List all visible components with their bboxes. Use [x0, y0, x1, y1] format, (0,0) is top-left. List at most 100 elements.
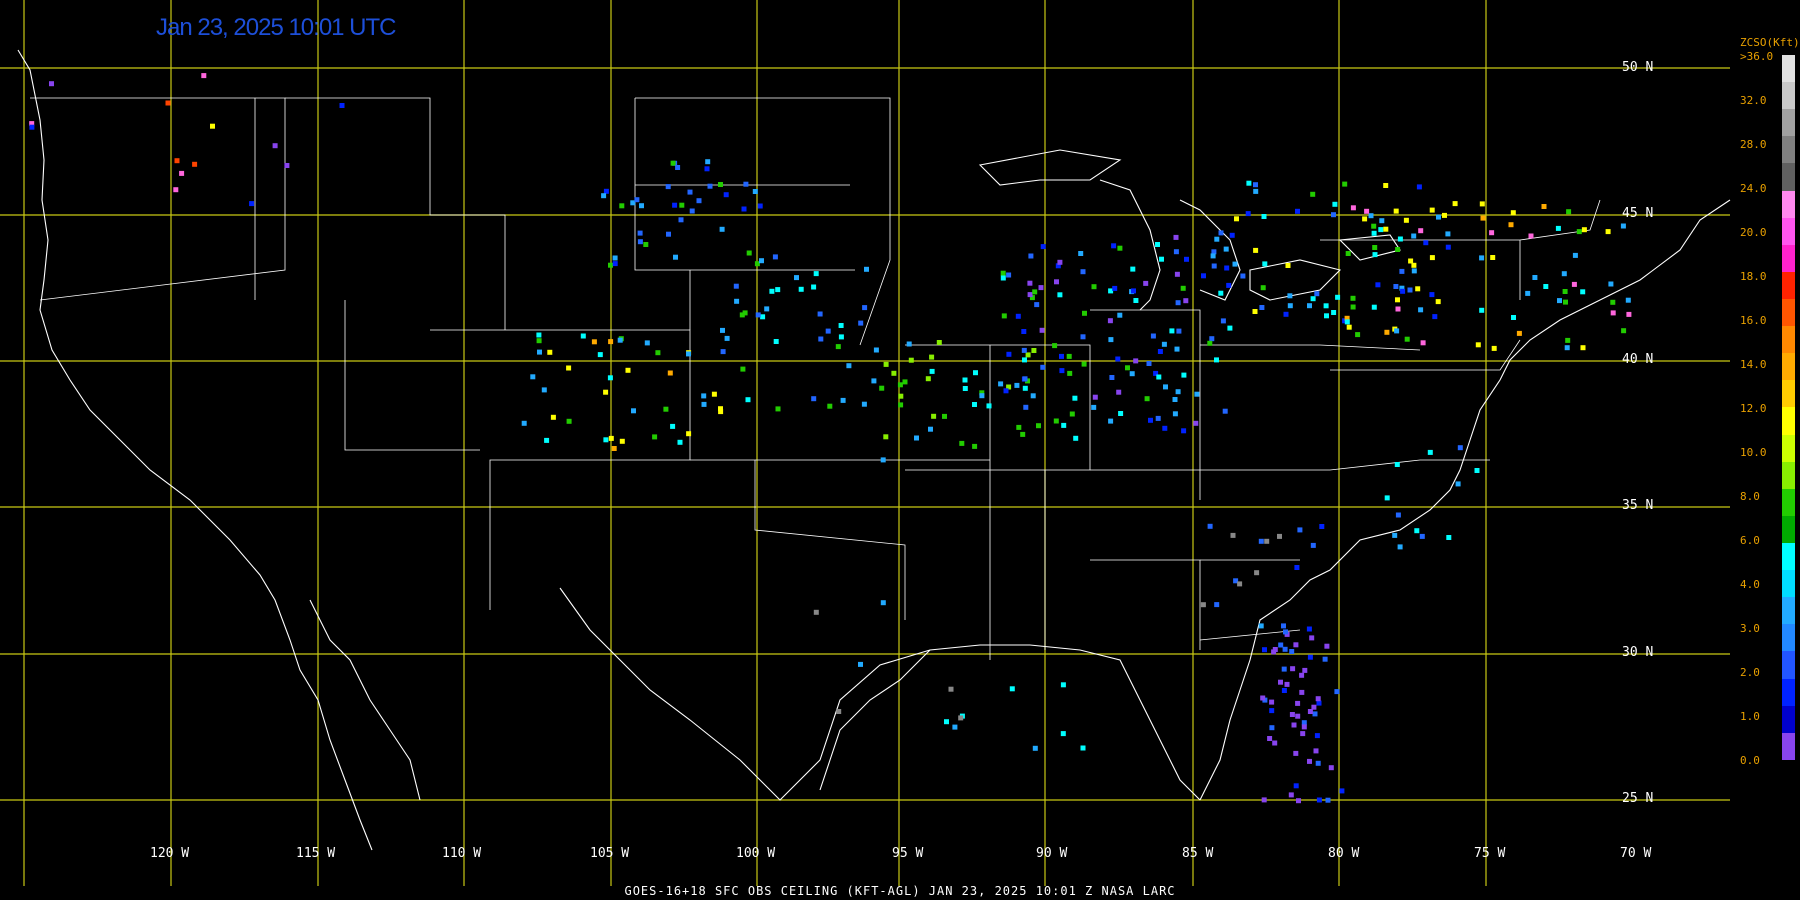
station-marker: [686, 431, 692, 437]
station-marker: [1581, 227, 1587, 233]
station-marker: [1148, 417, 1153, 423]
station-marker: [1060, 682, 1066, 688]
station-marker: [1169, 328, 1175, 334]
station-marker: [1163, 384, 1168, 390]
station-marker: [1155, 415, 1161, 421]
station-marker: [1176, 328, 1182, 334]
station-marker: [339, 103, 345, 108]
station-marker: [1457, 445, 1463, 451]
station-marker: [603, 188, 609, 194]
station-marker: [1016, 424, 1022, 430]
station-marker: [1184, 256, 1189, 262]
station-marker: [1264, 538, 1270, 544]
station-marker: [942, 413, 947, 419]
station-marker: [773, 339, 779, 344]
station-marker: [672, 202, 678, 208]
station-marker: [631, 408, 636, 414]
station-marker: [902, 379, 908, 385]
station-marker: [1061, 422, 1067, 428]
station-marker: [1372, 252, 1378, 258]
station-marker: [724, 335, 730, 341]
station-marker: [1278, 642, 1284, 648]
station-marker: [745, 397, 751, 403]
station-marker: [530, 374, 536, 380]
station-marker: [931, 413, 937, 419]
station-marker: [998, 381, 1004, 387]
station-marker: [1218, 290, 1224, 296]
station-marker: [873, 347, 879, 353]
station-marker: [1407, 287, 1413, 293]
station-marker: [883, 434, 889, 440]
station-marker: [1368, 213, 1374, 219]
station-marker: [906, 341, 912, 347]
station-marker: [1080, 745, 1086, 751]
station-marker: [1322, 656, 1328, 662]
station-marker: [608, 339, 614, 345]
station-marker: [272, 143, 278, 149]
station-marker: [1040, 364, 1046, 370]
station-marker: [670, 423, 676, 429]
station-marker: [550, 414, 556, 420]
station-marker: [1571, 281, 1577, 287]
station-marker: [1313, 748, 1319, 754]
station-marker: [536, 332, 542, 338]
station-marker: [1227, 325, 1233, 331]
station-marker: [1173, 234, 1179, 240]
station-marker: [775, 287, 781, 293]
station-marker: [1289, 649, 1295, 654]
station-marker: [667, 370, 673, 376]
station-marker: [1112, 285, 1118, 291]
station-marker: [898, 402, 904, 408]
station-marker: [775, 406, 781, 412]
station-marker: [818, 336, 824, 342]
station-marker: [1310, 542, 1316, 548]
station-marker: [1331, 212, 1336, 218]
station-marker: [1001, 313, 1007, 319]
station-marker: [1310, 296, 1316, 302]
legend-color-segment: [1782, 461, 1795, 489]
station-marker: [1580, 289, 1586, 295]
station-marker: [1281, 666, 1287, 672]
legend-tick-label: 10.0: [1740, 446, 1767, 459]
lon-label-120w: 120 W: [150, 846, 190, 861]
station-marker: [1157, 349, 1163, 354]
station-marker: [1311, 704, 1317, 710]
station-marker: [1309, 635, 1315, 641]
station-marker: [1580, 345, 1586, 351]
station-marker: [1323, 303, 1329, 309]
station-marker: [1027, 280, 1033, 286]
station-marker: [1289, 712, 1295, 717]
station-marker: [1411, 262, 1417, 268]
station-marker: [1455, 481, 1461, 487]
station-marker: [1125, 365, 1130, 371]
legend-color-segment: [1782, 380, 1795, 408]
station-marker: [1408, 258, 1414, 264]
station-marker: [1371, 230, 1377, 236]
legend-max-label: >36.0: [1740, 50, 1774, 63]
legend-color-segment: [1782, 163, 1795, 191]
station-marker: [973, 370, 978, 376]
station-marker: [1314, 733, 1320, 739]
station-marker: [813, 271, 819, 277]
station-marker: [1040, 244, 1046, 250]
station-marker: [612, 255, 618, 261]
station-marker: [1281, 623, 1286, 629]
station-marker: [1479, 307, 1485, 313]
station-marker: [580, 333, 586, 339]
station-marker: [962, 377, 968, 383]
legend-tick-label: 28.0: [1740, 138, 1767, 151]
station-marker: [1240, 273, 1246, 279]
station-marker: [1395, 247, 1401, 252]
station-marker: [1015, 313, 1021, 319]
station-marker: [1399, 268, 1405, 274]
station-marker: [1117, 245, 1123, 251]
legend-tick-label: 3.0: [1740, 622, 1760, 635]
station-marker: [1258, 623, 1264, 629]
station-marker: [1445, 231, 1451, 237]
station-marker: [1023, 404, 1029, 410]
station-marker: [1429, 255, 1435, 261]
station-marker: [1339, 788, 1345, 794]
station-marker: [1435, 299, 1441, 305]
legend-color-segment: [1782, 488, 1795, 516]
station-marker: [1403, 217, 1409, 223]
